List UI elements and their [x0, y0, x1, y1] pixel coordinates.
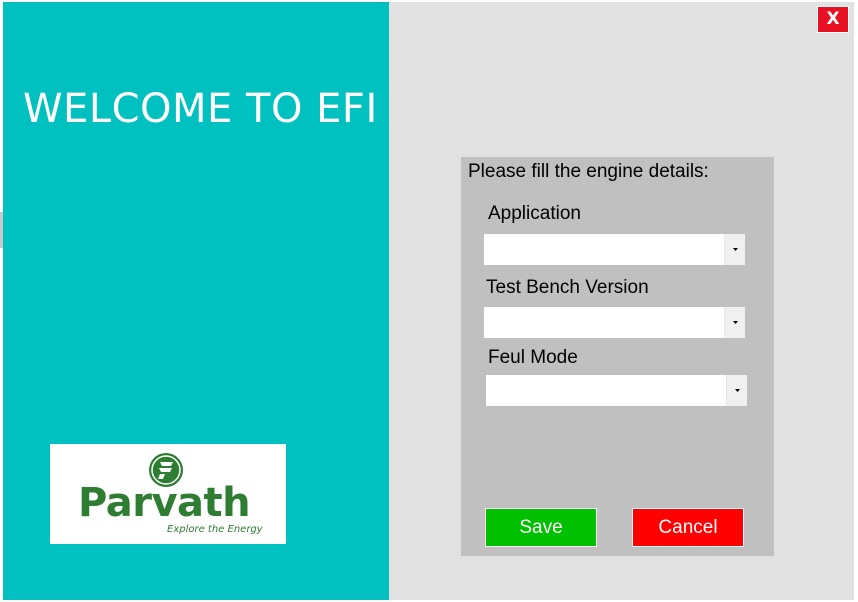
welcome-title: WELCOME TO EFI — [23, 86, 378, 132]
parvath-logo: Parvath Explore the Energy — [50, 444, 286, 544]
application-select[interactable] — [484, 234, 745, 265]
fuel-mode-select[interactable] — [486, 375, 747, 406]
save-button[interactable]: Save — [485, 508, 597, 547]
fuel-mode-label: Feul Mode — [488, 347, 578, 368]
chevron-down-icon — [735, 389, 740, 392]
logo-tagline: Explore the Energy — [167, 524, 263, 535]
application-dropdown-button[interactable] — [724, 234, 745, 265]
test-bench-version-select[interactable] — [484, 307, 745, 338]
logo-name: Parvath — [78, 480, 251, 526]
chevron-down-icon — [733, 321, 738, 324]
fuel-mode-dropdown-button[interactable] — [726, 375, 747, 406]
engine-details-form: Please fill the engine details: Applicat… — [461, 157, 774, 556]
test-bench-version-dropdown-button[interactable] — [724, 307, 745, 338]
login-window: WELCOME TO EFI Parvath Explore the Energ… — [0, 0, 858, 602]
close-button[interactable]: X — [817, 6, 849, 33]
chevron-down-icon — [733, 248, 738, 251]
cancel-button[interactable]: Cancel — [632, 508, 744, 547]
welcome-panel: WELCOME TO EFI Parvath Explore the Energ… — [3, 2, 389, 600]
form-heading: Please fill the engine details: — [468, 161, 709, 182]
test-bench-version-label: Test Bench Version — [486, 277, 649, 298]
application-label: Application — [488, 203, 581, 224]
